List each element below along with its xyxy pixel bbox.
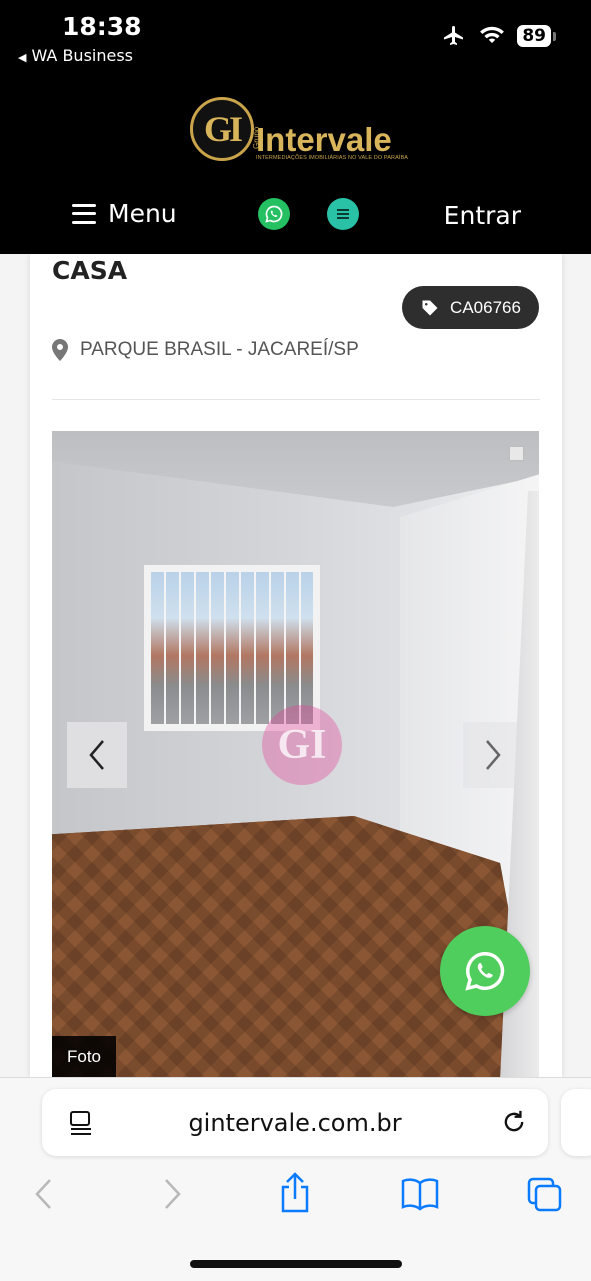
list-header-button[interactable]: [327, 198, 359, 230]
menu-button[interactable]: Menu: [72, 199, 177, 228]
listing-location: PARQUE BRASIL - JACAREÍ/SP: [52, 339, 359, 361]
login-link[interactable]: Entrar: [444, 201, 521, 230]
status-icons: 89: [441, 24, 556, 48]
listing-type-title: CASA: [52, 256, 128, 285]
hamburger-icon: [72, 203, 96, 224]
map-pin-icon: [52, 339, 68, 361]
whatsapp-icon: [465, 952, 505, 991]
tag-icon: [422, 300, 438, 315]
list-icon: [337, 209, 349, 219]
forward-arrow-icon[interactable]: [160, 1176, 184, 1212]
fullscreen-toggle[interactable]: [509, 446, 524, 461]
photo-label: Foto: [52, 1036, 117, 1077]
home-indicator: [190, 1260, 402, 1268]
reference-code-badge: CA06766: [402, 286, 539, 329]
site-logo[interactable]: GI Grupo Intervale INTERMEDIAÇÕES IMOBIL…: [190, 97, 409, 165]
next-tab-peek[interactable]: [561, 1089, 591, 1156]
wifi-icon: [480, 26, 505, 44]
back-arrow-icon[interactable]: [32, 1176, 56, 1212]
back-triangle-icon: ◀: [18, 51, 27, 64]
next-photo-button[interactable]: [463, 722, 523, 788]
reference-code: CA06766: [450, 297, 521, 317]
previous-photo-button[interactable]: [67, 722, 127, 788]
address-bar[interactable]: gintervale.com.br: [42, 1089, 548, 1156]
logo-mark: GI: [203, 109, 243, 149]
chevron-right-icon: [486, 740, 501, 770]
status-time: 18:38: [62, 12, 142, 41]
whatsapp-floating-button[interactable]: [440, 926, 530, 1016]
whatsapp-icon: [265, 205, 283, 223]
chevron-left-icon: [89, 740, 104, 770]
menu-label: Menu: [108, 199, 177, 228]
location-text: PARQUE BRASIL - JACAREÍ/SP: [80, 339, 359, 360]
airplane-icon: [444, 26, 464, 45]
tabs-icon[interactable]: [526, 1176, 564, 1214]
logo-watermark: GI: [262, 705, 342, 785]
logo-tagline: INTERMEDIAÇÕES IMOBILIÁRIAS NO VALE DO P…: [256, 155, 409, 161]
share-icon[interactable]: [278, 1172, 312, 1214]
divider: [52, 399, 540, 400]
back-app-label: WA Business: [31, 46, 133, 65]
back-to-app-link[interactable]: ◀ WA Business: [18, 46, 133, 65]
whatsapp-header-button[interactable]: [258, 198, 290, 230]
reload-icon[interactable]: [500, 1108, 528, 1136]
url-text: gintervale.com.br: [188, 1109, 402, 1137]
battery-icon: 89: [517, 25, 556, 47]
bookmarks-icon[interactable]: [400, 1176, 440, 1212]
logo-name: Intervale: [256, 121, 392, 158]
